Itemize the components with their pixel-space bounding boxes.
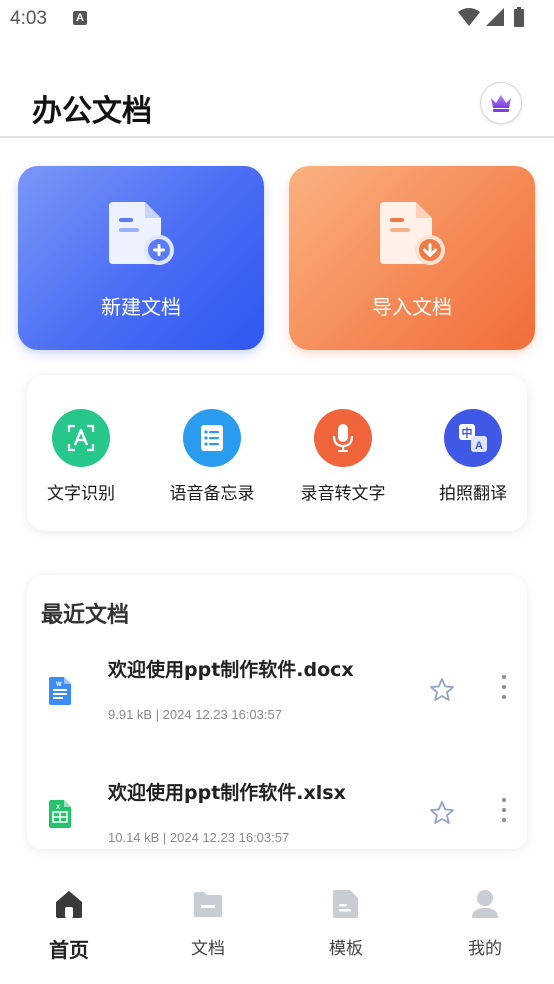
import-document-label: 导入文档 bbox=[372, 295, 452, 319]
tab-label: 我的 bbox=[468, 939, 502, 959]
status-time: 4:03 bbox=[10, 8, 47, 29]
tab-label: 首页 bbox=[49, 938, 89, 962]
file-meta: 10.14 kB | 2024 12.23 16:03:57 bbox=[108, 830, 290, 845]
status-bar: 4:03 A bbox=[0, 0, 554, 38]
recent-documents-panel: 最近文档 W 欢迎使用ppt制作软件.docx 9.91 kB | 2024 1… bbox=[27, 575, 527, 849]
signal-icon bbox=[486, 8, 504, 26]
new-document-button[interactable]: 新建文档 bbox=[18, 166, 264, 350]
file-list-item[interactable]: X 欢迎使用ppt制作软件.xlsx 10.14 kB | 2024 12.23… bbox=[27, 778, 527, 849]
file-meta: 9.91 kB | 2024 12.23 16:03:57 bbox=[108, 707, 282, 722]
more-options-icon[interactable] bbox=[502, 798, 506, 828]
recent-title: 最近文档 bbox=[41, 603, 130, 628]
tab-profile[interactable]: 我的 bbox=[430, 888, 540, 959]
tab-label: 文档 bbox=[191, 939, 225, 959]
text-recognition-icon bbox=[67, 424, 95, 452]
tool-voice-to-text[interactable]: 录音转文字 bbox=[283, 409, 403, 504]
import-document-button[interactable]: 导入文档 bbox=[289, 166, 535, 350]
import-document-icon bbox=[380, 202, 445, 265]
notification-icon: A bbox=[73, 11, 87, 25]
new-document-label: 新建文档 bbox=[101, 295, 181, 319]
page-title: 办公文档 bbox=[32, 94, 152, 129]
star-icon[interactable] bbox=[429, 677, 455, 703]
microphone-icon bbox=[332, 424, 354, 452]
file-name: 欢迎使用ppt制作软件.xlsx bbox=[108, 782, 346, 804]
tool-photo-translate[interactable]: 中 A 拍照翻译 bbox=[413, 409, 533, 504]
tab-templates[interactable]: 模板 bbox=[291, 888, 401, 959]
crown-icon bbox=[491, 95, 511, 112]
more-options-icon[interactable] bbox=[502, 675, 506, 705]
vip-button[interactable] bbox=[480, 82, 522, 124]
folder-icon bbox=[194, 892, 222, 917]
tool-label: 拍照翻译 bbox=[439, 484, 507, 504]
tab-home[interactable]: 首页 bbox=[14, 888, 124, 963]
tool-label: 语音备忘录 bbox=[169, 484, 255, 504]
new-document-icon bbox=[109, 202, 174, 265]
tool-voice-memo[interactable]: 语音备忘录 bbox=[152, 409, 272, 504]
svg-text:X: X bbox=[56, 805, 60, 811]
word-file-icon: W bbox=[49, 677, 71, 705]
file-list-item[interactable]: W 欢迎使用ppt制作软件.docx 9.91 kB | 2024 12.23 … bbox=[27, 655, 527, 765]
user-icon bbox=[472, 890, 498, 918]
voice-memo-icon bbox=[201, 425, 223, 451]
tool-label: 录音转文字 bbox=[300, 484, 386, 504]
home-icon bbox=[56, 891, 82, 918]
tool-text-recognition[interactable]: 文字识别 bbox=[21, 409, 141, 504]
file-name: 欢迎使用ppt制作软件.docx bbox=[108, 659, 354, 681]
excel-file-icon: X bbox=[49, 800, 71, 828]
tab-documents[interactable]: 文档 bbox=[153, 888, 263, 959]
tab-label: 模板 bbox=[329, 939, 363, 959]
svg-text:A: A bbox=[475, 440, 483, 452]
template-icon bbox=[333, 890, 358, 918]
svg-text:W: W bbox=[56, 682, 62, 688]
bottom-tab-bar: 首页 文档 模板 我的 bbox=[0, 870, 554, 984]
wifi-icon bbox=[458, 8, 480, 26]
star-icon[interactable] bbox=[429, 800, 455, 826]
tools-panel: 文字识别 语音备忘录 录音转文字 中 A 拍照翻译 bbox=[27, 375, 527, 531]
translate-icon: 中 A bbox=[459, 424, 487, 452]
status-icons bbox=[456, 6, 546, 34]
svg-text:中: 中 bbox=[462, 426, 473, 440]
tool-label: 文字识别 bbox=[47, 484, 115, 504]
app-bar: 办公文档 bbox=[0, 74, 554, 138]
battery-icon bbox=[514, 7, 524, 27]
